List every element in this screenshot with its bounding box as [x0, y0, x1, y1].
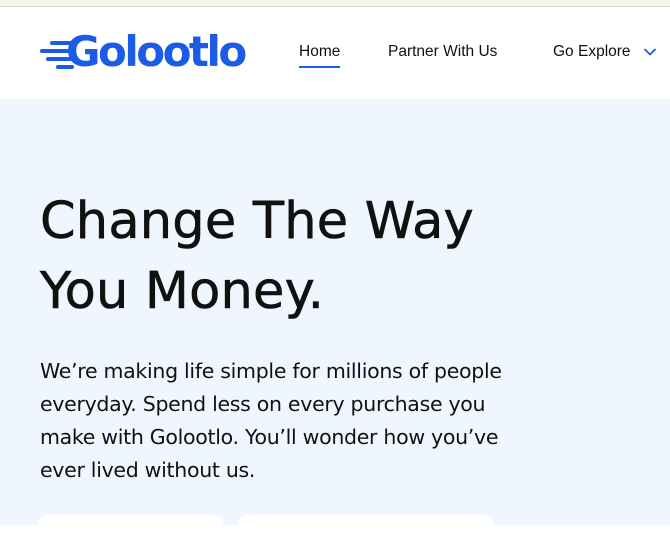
browser-top-strip — [0, 0, 670, 7]
nav-item-home[interactable]: Home — [299, 41, 341, 68]
chevron-down-icon[interactable] — [644, 47, 656, 57]
hero-title-line-1: Change The Way — [40, 192, 474, 252]
nav-item-go-explore-label: Go Explore — [553, 43, 631, 60]
nav-item-home-label: Home — [299, 43, 341, 60]
cta-row — [38, 515, 498, 535]
nav-item-go-explore[interactable]: Go Explore — [553, 41, 631, 63]
cta-card-right[interactable] — [238, 515, 493, 535]
site-header: Golootlo Home Partner With Us Go Explore — [0, 7, 670, 99]
hero-title-line-2: You Money. — [40, 262, 325, 322]
hero-title: Change The Way You Money. — [40, 187, 560, 327]
hero-description: We’re making life simple for millions of… — [40, 359, 502, 482]
main-nav: Home Partner With Us Go Explore — [0, 41, 670, 69]
active-underline — [299, 66, 341, 68]
nav-item-partner-with-us[interactable]: Partner With Us — [388, 41, 497, 63]
cta-card-left[interactable] — [38, 515, 223, 535]
hero-section: Change The Way You Money. We’re making l… — [0, 99, 670, 535]
nav-item-partner-label: Partner With Us — [388, 43, 498, 60]
